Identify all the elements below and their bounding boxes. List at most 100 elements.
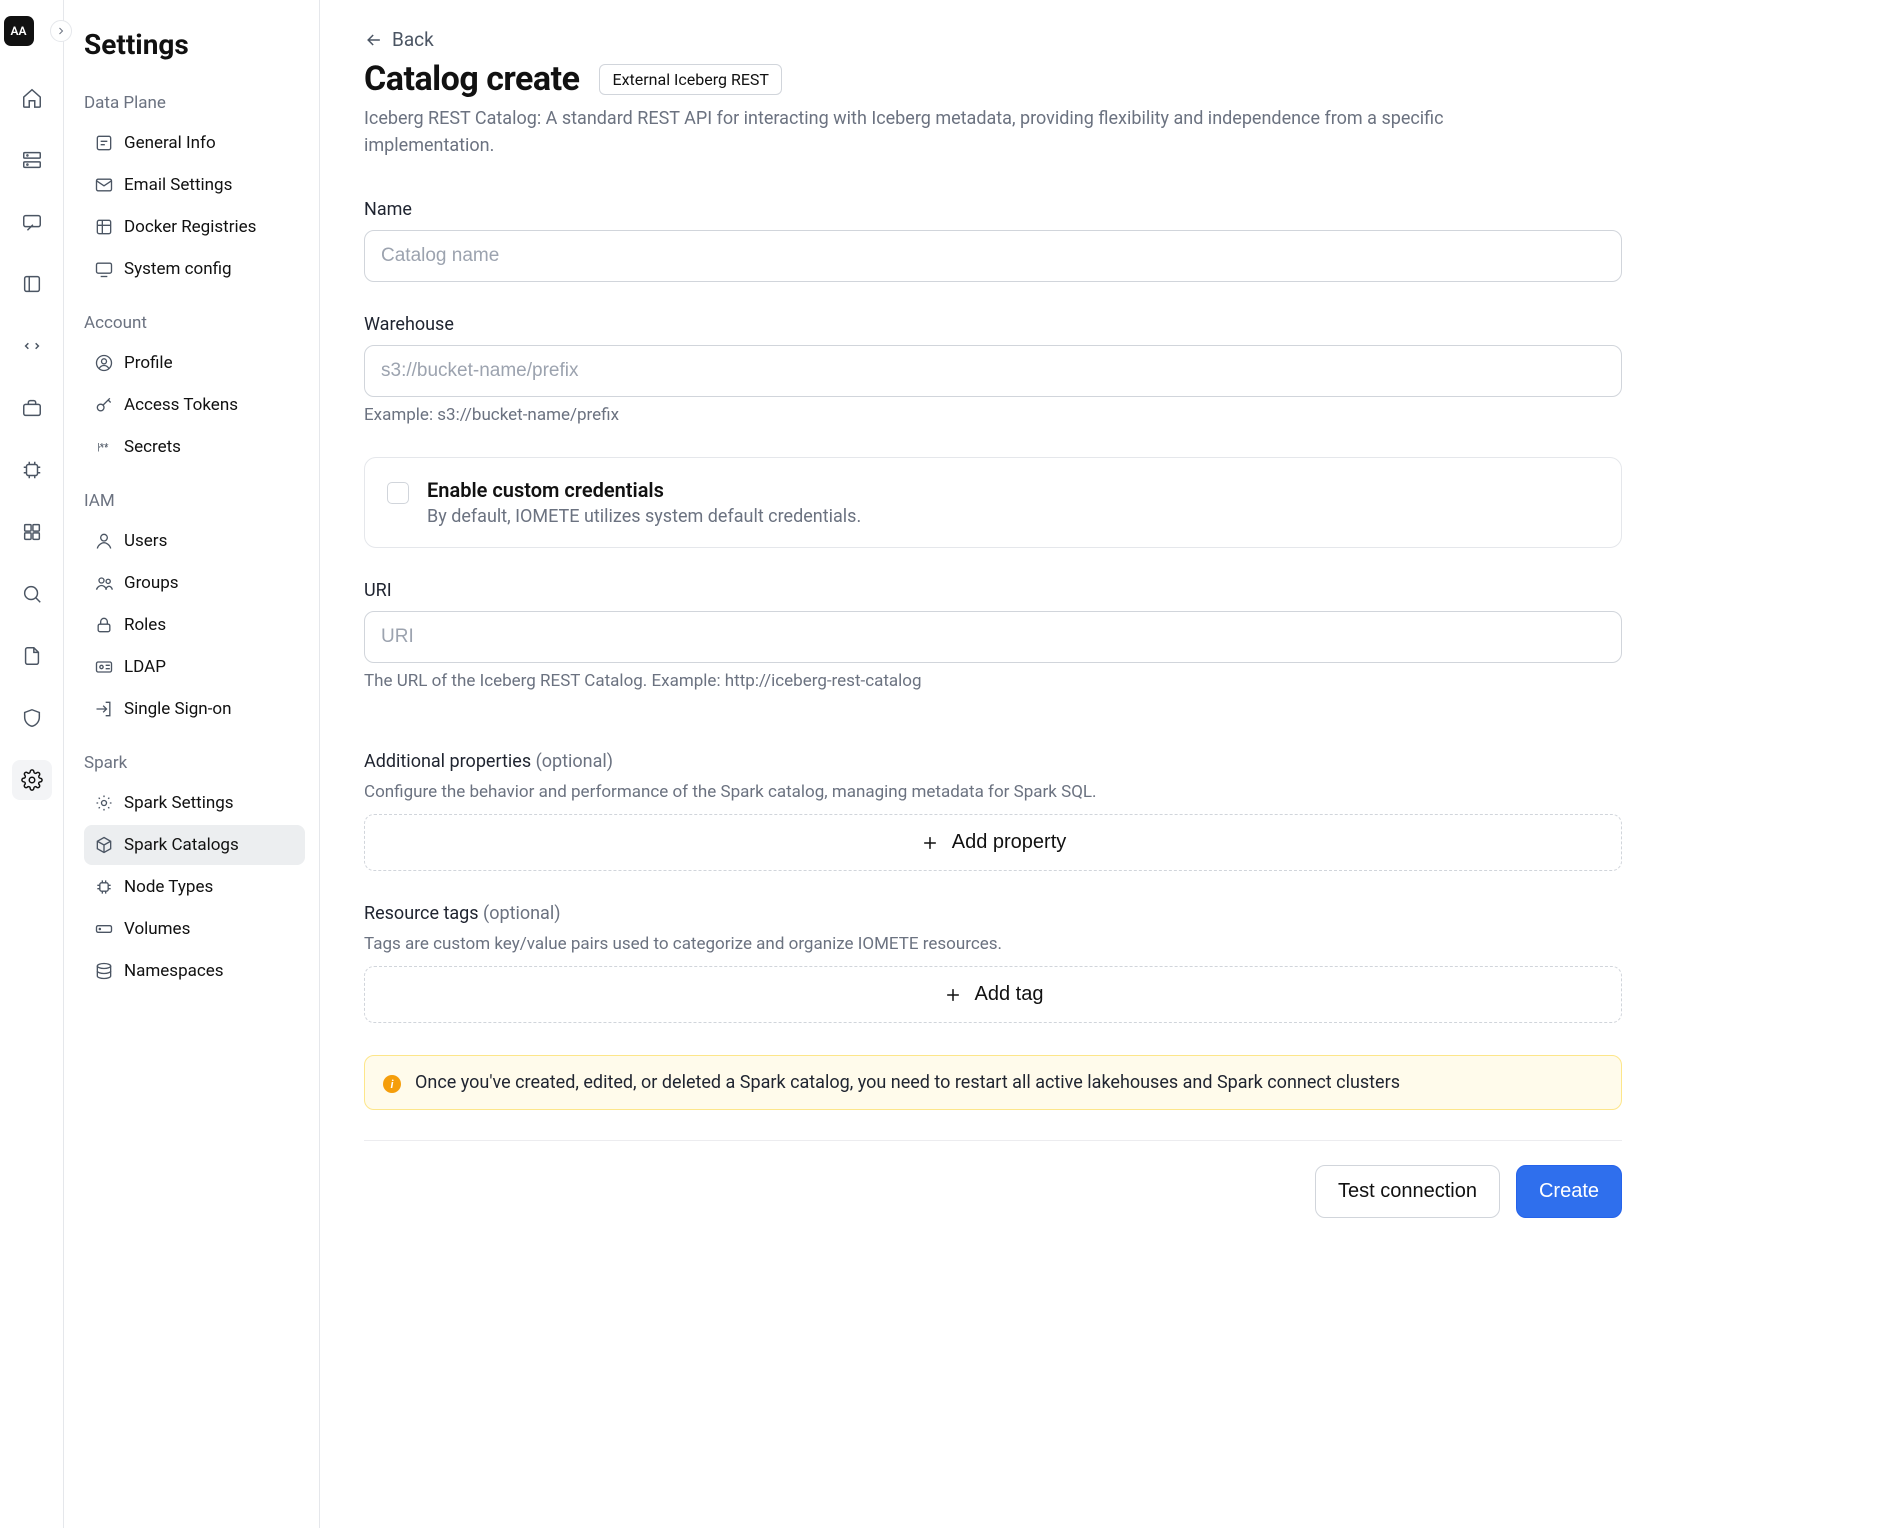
sql-icon[interactable] <box>12 326 52 366</box>
gear-icon[interactable] <box>12 760 52 800</box>
tags-desc: Tags are custom key/value pairs used to … <box>364 934 1622 954</box>
create-button[interactable]: Create <box>1516 1165 1622 1218</box>
settings-sidebar: Settings Data Plane General Info Email S… <box>64 0 320 1528</box>
catalog-type-badge: External Iceberg REST <box>599 64 781 95</box>
shield-icon[interactable] <box>12 698 52 738</box>
sidebar-item-ldap[interactable]: LDAP <box>84 647 305 687</box>
alert-text: Once you've created, edited, or deleted … <box>415 1072 1400 1093</box>
back-link[interactable]: Back <box>364 28 434 51</box>
sidebar-item-namespaces[interactable]: Namespaces <box>84 951 305 991</box>
restart-warning-alert: Once you've created, edited, or deleted … <box>364 1055 1622 1110</box>
sidebar-item-sso[interactable]: Single Sign-on <box>84 689 305 729</box>
add-property-button[interactable]: Add property <box>364 814 1622 871</box>
form-group-additional-properties: Additional properties (optional) Configu… <box>364 751 1622 871</box>
jobs-icon[interactable] <box>12 388 52 428</box>
sidebar-item-label: Groups <box>124 573 179 593</box>
sidebar-item-node-types[interactable]: Node Types <box>84 867 305 907</box>
sidebar-item-system-config[interactable]: System config <box>84 249 305 289</box>
tags-label: Resource tags (optional) <box>364 903 1622 924</box>
user-circle-icon <box>94 353 114 373</box>
catalog-icon[interactable] <box>12 264 52 304</box>
sidebar-item-label: LDAP <box>124 657 166 677</box>
sidebar-group-iam: IAM <box>84 491 305 511</box>
sidebar-item-label: Secrets <box>124 437 181 457</box>
footer-separator <box>364 1140 1622 1141</box>
sidebar-item-volumes[interactable]: Volumes <box>84 909 305 949</box>
key-icon <box>94 395 114 415</box>
connect-icon[interactable] <box>12 202 52 242</box>
sidebar-item-label: Spark Settings <box>124 793 234 813</box>
credentials-title: Enable custom credentials <box>427 478 861 502</box>
avatar[interactable]: AA <box>4 16 34 46</box>
sidebar-item-spark-settings[interactable]: Spark Settings <box>84 783 305 823</box>
grid-icon <box>94 217 114 237</box>
chip-small-icon <box>94 877 114 897</box>
credentials-desc: By default, IOMETE utilizes system defau… <box>427 506 861 527</box>
sidebar-item-label: Profile <box>124 353 173 373</box>
sidebar-item-spark-catalogs[interactable]: Spark Catalogs <box>84 825 305 865</box>
sidebar-group-spark: Spark <box>84 753 305 773</box>
form-group-uri: URI The URL of the Iceberg REST Catalog.… <box>364 580 1622 691</box>
warehouse-label: Warehouse <box>364 314 1622 335</box>
page-subtitle: Iceberg REST Catalog: A standard REST AP… <box>364 105 1484 159</box>
sidebar-item-label: Docker Registries <box>124 217 256 237</box>
sidebar-item-label: Spark Catalogs <box>124 835 239 855</box>
form-group-resource-tags: Resource tags (optional) Tags are custom… <box>364 903 1622 1023</box>
home-icon[interactable] <box>12 78 52 118</box>
monitor-icon <box>94 259 114 279</box>
svg-text:|**: |** <box>97 442 109 453</box>
expand-sidebar-button[interactable] <box>50 20 72 42</box>
sidebar-item-label: Volumes <box>124 919 190 939</box>
page-title: Catalog create <box>364 59 579 99</box>
test-connection-button[interactable]: Test connection <box>1315 1165 1500 1218</box>
warehouse-input[interactable] <box>364 345 1622 397</box>
add-tag-button[interactable]: Add tag <box>364 966 1622 1023</box>
sidebar-item-profile[interactable]: Profile <box>84 343 305 383</box>
form-group-warehouse: Warehouse Example: s3://bucket-name/pref… <box>364 314 1622 425</box>
addprops-label: Additional properties (optional) <box>364 751 1622 772</box>
gear-small-icon <box>94 793 114 813</box>
sidebar-item-access-tokens[interactable]: Access Tokens <box>84 385 305 425</box>
name-input[interactable] <box>364 230 1622 282</box>
docs-icon[interactable] <box>12 636 52 676</box>
clusters-icon[interactable] <box>12 140 52 180</box>
uri-help: The URL of the Iceberg REST Catalog. Exa… <box>364 671 1622 691</box>
uri-input[interactable] <box>364 611 1622 663</box>
plus-icon <box>920 833 940 853</box>
main-content: Back Catalog create External Iceberg RES… <box>320 0 1902 1528</box>
addprops-desc: Configure the behavior and performance o… <box>364 782 1622 802</box>
user-icon <box>94 531 114 551</box>
chip-icon[interactable] <box>12 450 52 490</box>
form-group-name: Name <box>364 199 1622 282</box>
sidebar-item-label: Namespaces <box>124 961 224 981</box>
users-icon <box>94 573 114 593</box>
back-label: Back <box>392 28 434 51</box>
sidebar-item-docker-registries[interactable]: Docker Registries <box>84 207 305 247</box>
sidebar-item-roles[interactable]: Roles <box>84 605 305 645</box>
cube-icon <box>94 835 114 855</box>
database-icon <box>94 961 114 981</box>
sidebar-item-users[interactable]: Users <box>84 521 305 561</box>
apps-icon[interactable] <box>12 512 52 552</box>
search-icon[interactable] <box>12 574 52 614</box>
sidebar-group-data-plane: Data Plane <box>84 93 305 113</box>
plus-icon <box>943 985 963 1005</box>
form-group-credentials: Enable custom credentials By default, IO… <box>364 457 1622 548</box>
lock-icon <box>94 615 114 635</box>
sidebar-item-general-info[interactable]: General Info <box>84 123 305 163</box>
drive-icon <box>94 919 114 939</box>
sidebar-item-secrets[interactable]: |** Secrets <box>84 427 305 467</box>
credentials-card: Enable custom credentials By default, IO… <box>364 457 1622 548</box>
rail-top: AA <box>4 16 60 46</box>
login-icon <box>94 699 114 719</box>
sidebar-item-label: Email Settings <box>124 175 232 195</box>
sidebar-item-email-settings[interactable]: Email Settings <box>84 165 305 205</box>
credentials-checkbox[interactable] <box>387 482 409 504</box>
uri-label: URI <box>364 580 1622 601</box>
info-icon <box>383 1075 401 1093</box>
sidebar-group-account: Account <box>84 313 305 333</box>
sidebar-item-label: Node Types <box>124 877 213 897</box>
warehouse-help: Example: s3://bucket-name/prefix <box>364 405 1622 425</box>
sidebar-item-groups[interactable]: Groups <box>84 563 305 603</box>
sidebar-item-label: Roles <box>124 615 166 635</box>
